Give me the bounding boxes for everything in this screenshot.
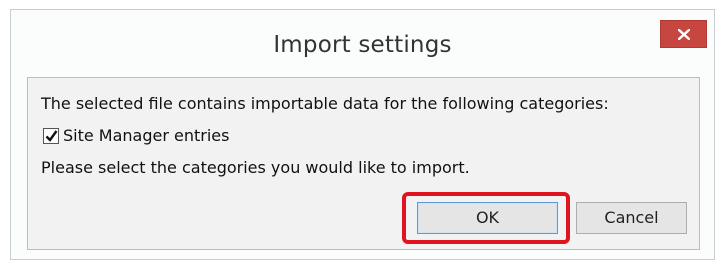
cancel-button[interactable]: Cancel <box>576 202 687 234</box>
ok-button[interactable]: OK <box>417 202 558 234</box>
dialog-title: Import settings <box>273 32 452 58</box>
dialog-content-panel: The selected file contains importable da… <box>27 77 700 250</box>
dialog-prompt: Please select the categories you would l… <box>41 158 470 177</box>
dialog-description: The selected file contains importable da… <box>41 94 609 113</box>
close-icon <box>678 29 690 40</box>
checkmark-icon <box>45 130 58 142</box>
screenshot-canvas: Import settings The selected file contai… <box>0 0 725 269</box>
dialog-titlebar[interactable]: Import settings <box>11 10 714 78</box>
site-manager-entries-label[interactable]: Site Manager entries <box>63 126 229 145</box>
close-button[interactable] <box>660 20 707 48</box>
site-manager-entries-checkbox[interactable] <box>43 128 59 144</box>
import-settings-dialog: Import settings The selected file contai… <box>10 9 715 260</box>
